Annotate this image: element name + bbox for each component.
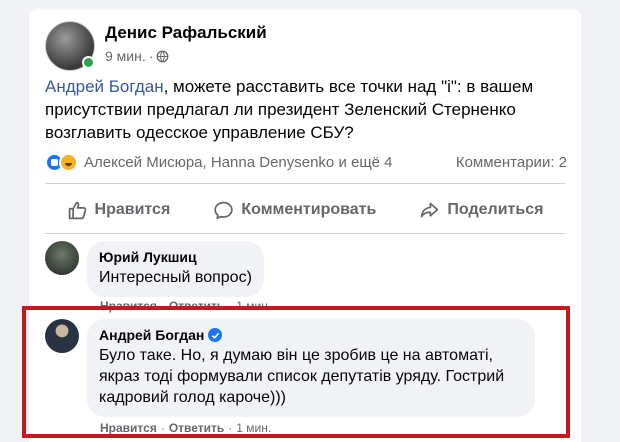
share-arrow-icon xyxy=(421,202,439,217)
commenter-name-row: Андрей Богдан xyxy=(99,327,523,343)
post-meta: 9 мин. · xyxy=(105,48,267,64)
comment-time[interactable]: 1 мин. xyxy=(236,299,271,313)
share-button[interactable]: Поделиться xyxy=(419,200,543,221)
thumbs-up-icon xyxy=(68,201,86,219)
author-name[interactable]: Денис Рафальский xyxy=(105,23,267,43)
public-globe-icon xyxy=(156,50,169,62)
comment-item: Андрей Богдан Було таке. Но, я думаю він… xyxy=(45,319,535,417)
share-label: Поделиться xyxy=(447,201,544,218)
post-actions: Нравится Комментировать Поделиться xyxy=(45,190,565,230)
post-time[interactable]: 9 мин. xyxy=(105,48,146,64)
divider xyxy=(45,183,565,184)
reaction-icons xyxy=(45,152,78,172)
action-separator: · xyxy=(160,299,165,313)
comment-reply-link[interactable]: Ответить xyxy=(169,421,224,435)
comment-text: Було таке. Но, я думаю він це зробив це … xyxy=(99,347,505,406)
comment-actions: Нравится · Ответить · 1 мин. xyxy=(100,299,271,313)
comment-like-link[interactable]: Нравится xyxy=(100,421,157,435)
comment-bubble: Андрей Богдан Було таке. Но, я думаю він… xyxy=(87,319,535,417)
commenter-avatar[interactable] xyxy=(45,319,79,353)
haha-reaction-icon xyxy=(59,152,78,172)
action-separator: · xyxy=(160,421,165,435)
comments-count[interactable]: Комментарии: 2 xyxy=(456,154,567,171)
commenter-name[interactable]: Андрей Богдан xyxy=(99,327,204,343)
reactions-summary[interactable]: Алексей Мисюра, Hanna Denysenko и ещё 4 xyxy=(45,152,393,172)
comment-bubble-icon xyxy=(214,201,234,219)
reaction-names: Алексей Мисюра, Hanna Denysenko и ещё 4 xyxy=(84,153,393,171)
commenter-name[interactable]: Юрий Лукшиц xyxy=(99,249,252,265)
divider xyxy=(45,233,565,234)
comment-time[interactable]: 1 мин. xyxy=(236,421,271,435)
comment-item: Юрий Лукшиц Интересный вопрос) xyxy=(45,241,264,297)
comment-button[interactable]: Комментировать xyxy=(213,200,376,221)
meta-separator: · xyxy=(148,48,154,64)
post-card: Денис Рафальский 9 мин. · Андрей Богдан,… xyxy=(29,9,581,442)
verified-badge-icon xyxy=(208,328,223,342)
online-status-icon xyxy=(82,56,95,69)
author-avatar[interactable] xyxy=(45,21,95,71)
post-header: Денис Рафальский 9 мин. · xyxy=(45,21,267,71)
comment-actions: Нравится · Ответить · 1 мин. xyxy=(100,421,271,435)
comment-text: Интересный вопрос) xyxy=(99,269,252,286)
mention-link[interactable]: Андрей Богдан xyxy=(45,77,164,96)
comment-label: Комментировать xyxy=(241,201,377,218)
post-text: Андрей Богдан, можете расставить все точ… xyxy=(45,75,570,144)
reactions-row: Алексей Мисюра, Hanna Denysenko и ещё 4 … xyxy=(45,148,567,176)
comment-like-link[interactable]: Нравится xyxy=(100,299,157,313)
like-label: Нравится xyxy=(94,201,171,218)
commenter-avatar[interactable] xyxy=(45,241,79,275)
like-button[interactable]: Нравится xyxy=(67,200,171,221)
author-block: Денис Рафальский 9 мин. · xyxy=(105,23,267,71)
action-separator: · xyxy=(228,299,233,313)
comment-bubble: Юрий Лукшиц Интересный вопрос) xyxy=(87,241,264,297)
action-separator: · xyxy=(228,421,233,435)
comment-reply-link[interactable]: Ответить xyxy=(169,299,224,313)
